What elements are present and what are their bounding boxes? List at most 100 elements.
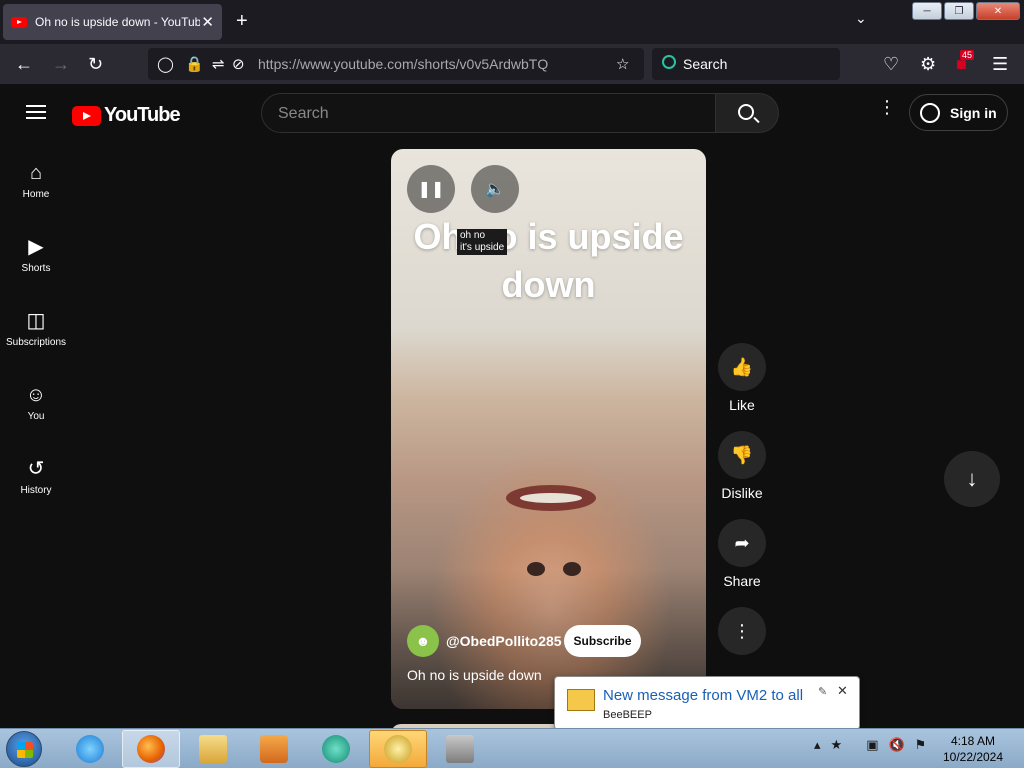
extensions-icon[interactable]: ⚙ [920, 54, 936, 74]
sidebar-item-label: History [20, 485, 52, 496]
search-engine-icon [662, 55, 676, 69]
search-placeholder: Search [278, 105, 329, 122]
permissions-icon[interactable]: ⇌ [212, 55, 225, 73]
arrow-down-icon: ↓ [966, 466, 978, 491]
url-bar[interactable]: ◯ 🔒 ⇌ ⊘ https://www.youtube.com/shorts/v… [148, 48, 644, 80]
channel-avatar[interactable]: ☻ [407, 625, 439, 657]
minimize-button[interactable]: ─ [912, 2, 942, 20]
shorts-icon: ▶ [28, 236, 44, 258]
browser-nav-bar: ← → ↻ ◯ 🔒 ⇌ ⊘ https://www.youtube.com/sh… [0, 44, 1024, 84]
system-tray: ▴ ★ ▣ 🔇 ⚑ [814, 737, 926, 753]
channel-name[interactable]: @ObedPollito285 [446, 633, 562, 649]
sidebar-item-subscriptions[interactable]: ◫ Subscriptions [0, 300, 72, 364]
tray-bee-icon[interactable]: ★ [831, 737, 843, 753]
hamburger-menu-icon[interactable] [26, 105, 46, 119]
sidebar-item-you[interactable]: ☺ You [0, 374, 72, 438]
sidebar-item-label: You [27, 411, 45, 422]
taskbar-app-globe[interactable] [307, 730, 365, 768]
close-icon[interactable]: ✕ [837, 683, 848, 699]
volume-button[interactable]: 🔈 [471, 165, 519, 213]
sidebar-item-label: Subscriptions [5, 337, 67, 348]
next-short-button[interactable]: ↓ [944, 451, 1000, 507]
sign-in-label: Sign in [950, 104, 997, 121]
taskbar-media-player[interactable] [245, 730, 303, 768]
shield-icon[interactable]: ◯ [157, 55, 174, 73]
caption-tooltip: oh no it's upside [457, 229, 508, 255]
youtube-header: YouTube Search ⋮ Sign in [0, 84, 1024, 142]
tab-title: Oh no is upside down - YouTube [35, 15, 200, 29]
sidebar-item-label: Home [22, 189, 50, 200]
action-center-flag-icon[interactable]: ⚑ [915, 737, 927, 753]
taskbar-clock[interactable]: 4:18 AM 10/22/2024 [938, 733, 1008, 765]
pin-icon[interactable]: ✎ [818, 685, 827, 698]
network-app-icon [446, 735, 474, 763]
restore-button[interactable]: ❐ [944, 2, 974, 20]
youtube-favicon-icon [11, 16, 27, 28]
dislike-button[interactable]: 👎 Dislike [718, 431, 766, 501]
sidebar-item-home[interactable]: ⌂ Home [0, 152, 72, 216]
tray-expand-icon[interactable]: ▴ [814, 737, 821, 753]
search-button[interactable] [715, 93, 779, 133]
like-label: Like [729, 397, 755, 413]
pause-button[interactable]: ❚❚ [407, 165, 455, 213]
share-label: Share [723, 573, 761, 589]
short-video-player[interactable]: Oh no is upside down oh no it's upside ❚… [391, 149, 706, 709]
sidebar-item-label: Shorts [21, 263, 51, 274]
youtube-play-icon [72, 105, 101, 126]
settings-more-icon[interactable]: ⋮ [878, 98, 896, 116]
like-button[interactable]: 👍 Like [718, 343, 766, 413]
you-icon: ☺ [25, 384, 47, 406]
bee-icon [384, 735, 412, 763]
folder-icon [199, 735, 227, 763]
video-title[interactable]: Oh no is upside down [407, 667, 542, 683]
lock-icon[interactable]: 🔒 [185, 55, 204, 73]
envelope-icon [567, 689, 595, 711]
sidebar-item-shorts[interactable]: ▶ Shorts [0, 226, 72, 290]
back-arrow-icon[interactable]: ← [15, 54, 33, 74]
youtube-logo[interactable]: YouTube [72, 104, 181, 127]
start-button[interactable] [6, 731, 42, 767]
new-tab-button[interactable]: + [236, 10, 248, 33]
taskbar-file-explorer[interactable] [184, 730, 242, 768]
subscribe-button[interactable]: Subscribe [564, 625, 641, 657]
tab-close-icon[interactable]: ✕ [201, 13, 214, 31]
more-vert-icon: ⋮ [718, 607, 766, 655]
thumbs-up-icon: 👍 [718, 343, 766, 391]
url-text[interactable]: https://www.youtube.com/shorts/v0v5Ardwb… [258, 56, 548, 72]
pause-icon: ❚❚ [417, 181, 445, 198]
taskbar-firefox[interactable] [122, 730, 180, 768]
taskbar-internet-explorer[interactable] [61, 730, 119, 768]
search-icon [738, 104, 754, 120]
notification-app: BeeBEEP [603, 709, 652, 721]
network-icon[interactable]: ▣ [866, 737, 878, 753]
pocket-icon[interactable]: ♡ [883, 54, 899, 74]
media-player-icon [260, 735, 288, 763]
notification-title: New message from VM2 to all [603, 687, 804, 704]
subscriptions-icon: ◫ [26, 310, 46, 332]
video-overlay-caption: Oh no is upside down [413, 216, 684, 305]
close-window-button[interactable]: ✕ [976, 2, 1020, 20]
taskbar-beebeep[interactable] [369, 730, 427, 768]
share-button[interactable]: ➦ Share [718, 519, 766, 589]
dislike-label: Dislike [721, 485, 763, 501]
tab-list-chevron-icon[interactable]: ⌄ [855, 10, 867, 27]
tracking-blocked-icon[interactable]: ⊘ [232, 55, 245, 73]
beebeep-notification[interactable]: New message from VM2 to all BeeBEEP ✎ ✕ [554, 676, 860, 730]
internet-explorer-icon [76, 735, 104, 763]
browser-search-bar[interactable]: Search [652, 48, 840, 80]
browser-tab[interactable]: Oh no is upside down - YouTube ✕ [3, 4, 222, 40]
sidebar-item-history[interactable]: ↺ History [0, 448, 72, 512]
volume-muted-icon[interactable]: 🔇 [888, 737, 904, 753]
reload-icon[interactable]: ↻ [88, 54, 103, 74]
thumbs-down-icon: 👎 [718, 431, 766, 479]
bookmark-star-icon[interactable]: ☆ [616, 55, 629, 73]
windows-taskbar: ▴ ★ ▣ 🔇 ⚑ 4:18 AM 10/22/2024 [0, 728, 1024, 768]
more-actions-button[interactable]: ⋮ [718, 607, 766, 655]
search-input[interactable]: Search [261, 93, 716, 133]
sign-in-button[interactable]: Sign in [909, 94, 1008, 131]
forward-arrow-icon[interactable]: → [52, 54, 70, 74]
taskbar-network-app[interactable] [431, 730, 489, 768]
globe-app-icon [322, 735, 350, 763]
share-arrow-icon: ➦ [718, 519, 766, 567]
menu-icon[interactable]: ☰ [992, 54, 1008, 74]
